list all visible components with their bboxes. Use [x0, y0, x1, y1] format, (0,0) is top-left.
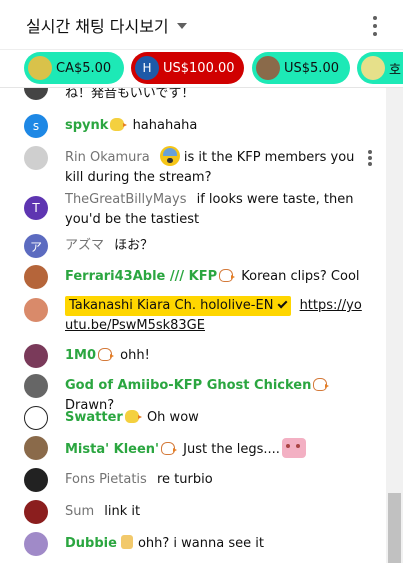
ticker-amount: CA$5.00 [56, 60, 112, 76]
message-text: ね！発音もいいです！ [65, 88, 195, 101]
message-text: ohh! [120, 348, 150, 363]
member-badge-icon [124, 410, 142, 423]
chat-message: s spynk hahahaha [0, 112, 386, 140]
scared-face-emoji-icon [159, 146, 180, 166]
author-name[interactable]: spynk [65, 118, 108, 133]
message-text: re turbio [156, 472, 213, 487]
avatar [24, 436, 48, 460]
ticker-chip[interactable]: H US$100.00 [131, 52, 244, 84]
more-options-icon[interactable] [371, 16, 379, 36]
author-name[interactable]: アズマ [65, 238, 104, 253]
author-name[interactable]: Swatter [65, 410, 123, 425]
message-menu-icon[interactable] [368, 150, 372, 166]
author-name[interactable]: 1M0 [65, 348, 96, 363]
author-name[interactable]: Rin Okamura [65, 150, 150, 165]
message-text: Oh wow [146, 410, 199, 425]
avatar: s [24, 114, 48, 138]
chat-message: Mista' Kleen' Just the legs.... [0, 434, 386, 464]
member-badge-icon [219, 269, 236, 282]
avatar [24, 468, 48, 492]
author-name[interactable]: TheGreatBillyMays [65, 192, 186, 207]
message-text: hahahaha [132, 118, 198, 133]
verified-check-icon [277, 298, 288, 309]
avatar [24, 532, 48, 556]
author-name[interactable]: Fons Pietatis [65, 472, 147, 487]
avatar [24, 146, 48, 170]
member-badge-icon [120, 535, 133, 549]
avatar [24, 406, 48, 430]
scrollbar-thumb[interactable] [388, 493, 401, 563]
ticker-amount: US$5.00 [284, 60, 339, 76]
avatar: H [135, 56, 159, 80]
chevron-down-icon[interactable] [176, 22, 187, 29]
chat-message: 1M0 ohh! [0, 342, 386, 370]
chat-message: Dubbie ohh? i wanna see it [0, 530, 386, 558]
chat-message: T TheGreatBillyMays if looks were taste,… [0, 188, 386, 228]
chat-header: 실시간 채팅 다시보기 [0, 0, 403, 50]
author-name[interactable]: Sum [65, 504, 94, 519]
ticker-chip[interactable]: 호 [357, 52, 403, 84]
message-text: Just the legs.... [183, 442, 280, 457]
chat-message: ね！発音もいいです！ [0, 88, 386, 106]
author-name[interactable]: Mista' Kleen' [65, 442, 159, 457]
chat-message: Ferrari43Able /// KFP Korean clips? Cool [0, 263, 386, 291]
blush-emote-icon [281, 438, 306, 458]
avatar [24, 88, 48, 100]
avatar [24, 344, 48, 368]
message-text: Korean clips? Cool [241, 269, 360, 284]
avatar [24, 265, 48, 289]
chat-message: Rin Okamura is it the KFP members you ki… [0, 142, 386, 188]
ticker-amount: US$100.00 [163, 60, 235, 76]
member-badge-icon [110, 118, 128, 131]
ticker-chip[interactable]: US$5.00 [252, 52, 350, 84]
member-badge-icon [313, 378, 330, 391]
chat-message: Sum link it [0, 498, 386, 526]
author-name[interactable]: Dubbie [65, 536, 117, 551]
avatar: T [24, 196, 48, 220]
avatar [24, 374, 48, 398]
chat-message: ア アズマ ほお？ [0, 232, 386, 260]
chat-message: God of Amiibo-KFP Ghost Chicken Drawn? [0, 372, 386, 413]
member-badge-icon [98, 348, 115, 361]
avatar [256, 56, 280, 80]
message-text: ほお？ [114, 238, 154, 253]
avatar [24, 298, 48, 322]
ticker-amount: 호 [389, 62, 401, 78]
owner-author-badge[interactable]: Takanashi Kiara Ch. hololive-EN [65, 296, 292, 316]
avatar [361, 56, 385, 80]
author-name[interactable]: Ferrari43Able /// KFP [65, 269, 217, 284]
message-text: link it [104, 504, 141, 519]
author-name: Takanashi Kiara Ch. hololive-EN [69, 298, 274, 313]
author-name[interactable]: God of Amiibo-KFP Ghost Chicken [65, 378, 311, 393]
avatar [24, 500, 48, 524]
chat-messages: ね！発音もいいです！ s spynk hahahaha Rin Okamura … [0, 88, 386, 563]
chat-message: Swatter Oh wow [0, 404, 386, 432]
message-text: ohh? i wanna see it [137, 536, 264, 551]
chat-message: Takanashi Kiara Ch. hololive-EN https://… [0, 294, 386, 340]
chat-scrollbar[interactable] [386, 88, 403, 563]
chat-mode-title[interactable]: 실시간 채팅 다시보기 [26, 13, 169, 37]
member-badge-icon [161, 442, 178, 455]
superchat-ticker: CA$5.00 H US$100.00 US$5.00 호 [0, 48, 403, 88]
avatar: ア [24, 234, 48, 258]
avatar [28, 56, 52, 80]
chat-message: Fons Pietatis re turbio [0, 466, 386, 494]
ticker-chip[interactable]: CA$5.00 [24, 52, 124, 84]
